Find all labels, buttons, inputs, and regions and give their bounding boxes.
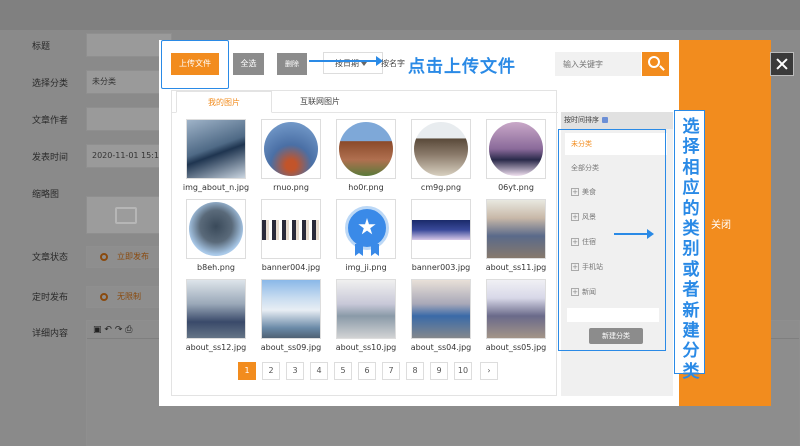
thumbnail-picker[interactable] — [86, 196, 164, 234]
image-thumbnail[interactable] — [336, 279, 396, 339]
image-item[interactable]: about_ss12.jpg — [186, 279, 246, 359]
image-thumbnail[interactable] — [336, 119, 396, 179]
tab-bar: 我的图片 互联网图片 — [172, 91, 558, 113]
image-item[interactable]: cm9g.png — [411, 119, 471, 199]
category-annotation-box — [558, 129, 666, 351]
image-item[interactable]: banner003.jpg — [411, 199, 471, 279]
sort-name-button[interactable]: 按名字 — [381, 58, 405, 69]
tab-internet-images[interactable]: 互联网图片 — [272, 91, 368, 113]
image-item[interactable]: img_ji.png — [336, 199, 396, 279]
background-topbar — [0, 0, 800, 30]
upload-file-button[interactable]: 上传文件 — [171, 53, 219, 75]
pagination: 1 2 3 4 5 6 7 8 9 10 › — [238, 362, 508, 382]
image-caption: about_ss05.jpg — [485, 343, 547, 352]
category-hint-annotation: 选择相应的类别或者新建分类 — [682, 117, 700, 382]
caret-down-icon — [361, 61, 367, 66]
search-button[interactable] — [642, 52, 669, 76]
page-10-button[interactable]: 10 — [454, 362, 472, 380]
form-label: 标题 — [32, 42, 51, 52]
select-all-button[interactable]: 全选 — [233, 53, 264, 75]
form-label: 详细内容 — [32, 329, 69, 339]
form-label: 文章状态 — [32, 253, 69, 263]
close-label: 关闭 — [711, 220, 731, 231]
radio-dot-icon — [100, 293, 108, 301]
page-3-button[interactable]: 3 — [286, 362, 304, 380]
source-icon[interactable]: ▣ — [93, 325, 102, 335]
image-item[interactable]: img_about_n.jpg — [183, 119, 249, 199]
form-label: 定时发布 — [32, 293, 69, 303]
category-sort-label: 按时间排序 — [564, 116, 599, 124]
image-item[interactable]: about_ss11.jpg — [486, 199, 546, 279]
page-4-button[interactable]: 4 — [310, 362, 328, 380]
image-icon — [115, 207, 137, 224]
form-label: 发表时间 — [32, 153, 69, 163]
search-icon-handle — [659, 65, 665, 71]
image-caption: about_ss11.jpg — [485, 263, 547, 272]
page-1-button[interactable]: 1 — [238, 362, 256, 380]
form-label: 选择分类 — [32, 79, 69, 89]
image-thumbnail[interactable] — [486, 279, 546, 339]
close-button[interactable] — [770, 52, 794, 76]
image-item[interactable]: b8eh.png — [186, 199, 246, 279]
image-thumbnail[interactable] — [486, 199, 546, 259]
image-item[interactable]: rnuo.png — [261, 119, 321, 199]
schedule-radio[interactable]: 无限制 — [86, 286, 162, 308]
page-8-button[interactable]: 8 — [406, 362, 424, 380]
sort-icon — [602, 117, 608, 123]
image-picker-modal: 上传文件 全选 删除 按日期 按名字 点击上传文件 我的图片 互联网图片 img… — [159, 40, 679, 406]
page-7-button[interactable]: 7 — [382, 362, 400, 380]
annotation-arrow — [614, 229, 654, 239]
image-caption: 06yt.png — [498, 183, 534, 192]
radio-label: 无限制 — [117, 292, 141, 301]
tab-my-images[interactable]: 我的图片 — [176, 91, 272, 113]
image-item[interactable]: about_ss04.jpg — [411, 279, 471, 359]
image-item[interactable]: 06yt.png — [486, 119, 546, 199]
annotation-arrow — [309, 56, 383, 66]
undo-icon[interactable]: ↶ — [104, 325, 112, 335]
upload-hint-annotation: 点击上传文件 — [408, 57, 516, 77]
category-hint-box: 选择相应的类别或者新建分类 — [674, 110, 705, 382]
image-thumbnail[interactable] — [411, 279, 471, 339]
image-item[interactable]: about_ss09.jpg — [261, 279, 321, 359]
delete-button[interactable]: 删除 — [277, 53, 307, 75]
image-thumbnail[interactable] — [336, 199, 396, 259]
image-thumbnail[interactable] — [261, 279, 321, 339]
form-label: 文章作者 — [32, 116, 69, 126]
search-input[interactable] — [555, 52, 641, 76]
image-thumbnail[interactable] — [411, 199, 471, 259]
redo-icon[interactable]: ↷ — [115, 325, 123, 335]
chevron-right-icon: › — [487, 366, 491, 375]
image-thumbnail[interactable] — [411, 119, 471, 179]
image-item[interactable]: about_ss05.jpg — [486, 279, 546, 359]
radio-label: 立即发布 — [117, 252, 149, 261]
image-item[interactable]: about_ss10.jpg — [336, 279, 396, 359]
status-radio[interactable]: 立即发布 — [86, 246, 162, 268]
image-thumbnail[interactable] — [186, 279, 246, 339]
image-thumbnail[interactable] — [486, 119, 546, 179]
form-label: 缩略图 — [32, 190, 60, 200]
image-thumbnail[interactable] — [186, 199, 246, 259]
page-2-button[interactable]: 2 — [262, 362, 280, 380]
image-thumbnail[interactable] — [186, 119, 246, 179]
page-6-button[interactable]: 6 — [358, 362, 376, 380]
radio-dot-icon — [100, 253, 108, 261]
image-tab-panel: 我的图片 互联网图片 img_about_n.jpg rnuo.png ho0r… — [171, 90, 558, 396]
page-9-button[interactable]: 9 — [430, 362, 448, 380]
next-page-button[interactable]: › — [480, 362, 498, 380]
category-sort-header[interactable]: 按时间排序 — [561, 112, 673, 129]
image-item[interactable]: ho0r.png — [336, 119, 396, 199]
page-5-button[interactable]: 5 — [334, 362, 352, 380]
image-item[interactable]: banner004.jpg — [261, 199, 321, 279]
print-icon[interactable]: ⎙ — [125, 325, 132, 335]
image-thumbnail[interactable] — [261, 199, 321, 259]
image-thumbnail[interactable] — [261, 119, 321, 179]
